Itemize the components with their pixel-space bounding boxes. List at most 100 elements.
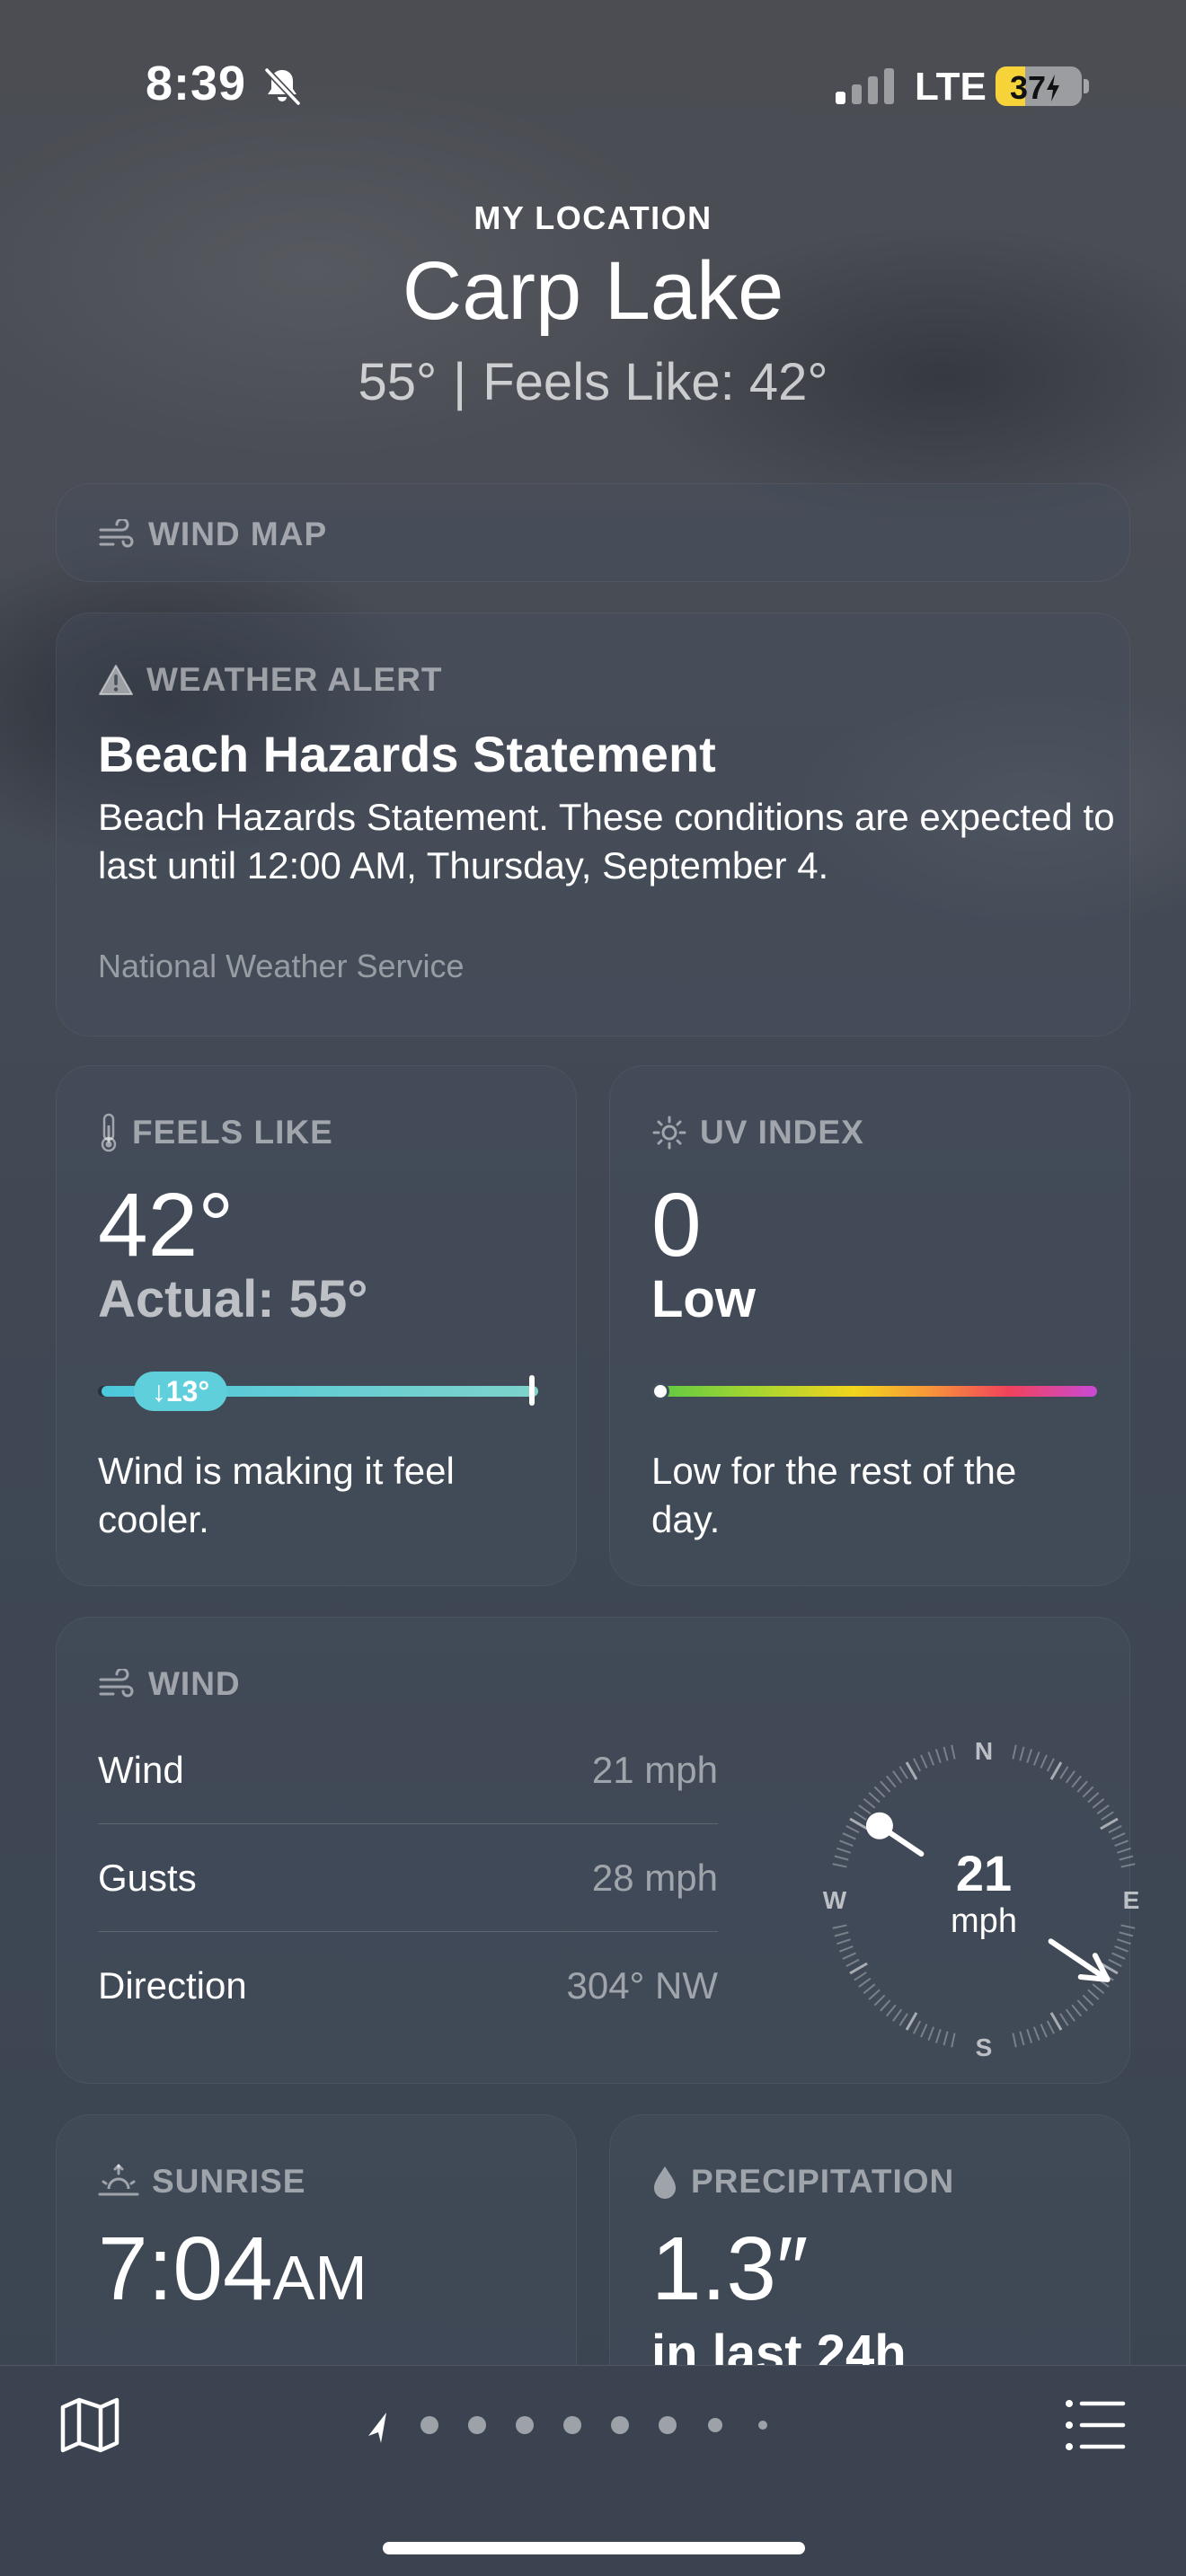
compass-tick (1111, 1832, 1126, 1840)
compass-tick (868, 1792, 881, 1804)
compass-tick (1087, 1792, 1100, 1804)
compass-tick (1046, 1758, 1055, 1772)
weather-alert-card[interactable]: WEATHER ALERT Beach Hazards Statement Be… (56, 613, 1130, 1037)
compass-tick (1114, 1945, 1128, 1953)
compass-tick (1082, 1786, 1094, 1798)
map-icon[interactable] (58, 2393, 122, 2457)
wind-map-header: WIND MAP (98, 513, 327, 556)
compass-tick (832, 1924, 847, 1929)
page-dot[interactable] (611, 2416, 629, 2434)
compass-tick (951, 1744, 956, 1760)
status-time: 8:39 (146, 57, 247, 110)
compass-tick (873, 1994, 886, 2007)
page-indicator[interactable] (359, 2405, 827, 2445)
compass-tick (1071, 1775, 1083, 1788)
uv-index-marker (651, 1382, 669, 1400)
battery-indicator: 37 (996, 66, 1082, 106)
list-icon[interactable] (1064, 2396, 1127, 2454)
sunrise-header: SUNRISE (98, 2160, 305, 2203)
sunrise-card[interactable]: SUNRISE 7:04AM (56, 2114, 577, 2365)
compass-tick (1059, 1766, 1069, 1779)
page-dot[interactable] (516, 2416, 534, 2434)
compass-tick (1019, 2031, 1025, 2046)
compass-tick (1100, 1817, 1119, 1831)
compass-tick (1049, 1761, 1063, 1780)
compass-tick (913, 2020, 922, 2034)
weather-alert-header: WEATHER ALERT (98, 658, 443, 701)
compass-tick (1108, 1825, 1122, 1834)
uv-index-label: UV INDEX (700, 1114, 864, 1151)
compass-tick (1108, 1958, 1122, 1967)
compass-tick (842, 1832, 856, 1840)
compass-tick (1120, 1924, 1136, 1929)
compass-tick (1096, 1804, 1110, 1815)
compass-south: S (976, 2033, 993, 2061)
compass-tick (1026, 1749, 1033, 1763)
feels-like-note: Wind is making it feel cooler. (98, 1450, 455, 1540)
home-indicator[interactable] (383, 2542, 805, 2554)
actual-temperature: Actual: 55° (98, 1270, 368, 1328)
compass-tick (1076, 1999, 1088, 2012)
compass-tick (920, 1754, 928, 1769)
wind-speed-row: Wind 21 mph (98, 1716, 718, 1824)
compass-tick (1120, 1863, 1136, 1868)
compass-tick (1012, 1744, 1017, 1760)
current-temperature-line: 55° | Feels Like: 42° (0, 352, 1186, 412)
uv-index-card[interactable]: UV INDEX 0 Low Low for the rest of the d… (609, 1065, 1130, 1586)
compass-tick (1032, 2026, 1040, 2041)
page-dot[interactable] (563, 2416, 581, 2434)
precipitation-label: PRECIPITATION (691, 2163, 955, 2200)
compass-tick (858, 1977, 872, 1988)
compass-tick (943, 2031, 949, 2046)
compass-tick (836, 1938, 851, 1945)
scroll-content[interactable]: 8:39 LTE 37 MY LOCATION Carp Lake 55° | Fe… (0, 0, 1186, 2365)
compass-tick (1049, 2012, 1063, 2031)
page-dot[interactable] (708, 2418, 722, 2432)
compass-tick (1119, 1931, 1134, 1937)
gusts-row-value: 28 mph (591, 1856, 718, 1899)
precipitation-value: 1.3″ (651, 2219, 809, 2319)
feels-like-difference-badge: ↓13° (134, 1372, 227, 1411)
compass-tick (842, 1952, 856, 1960)
thermometer-icon (101, 1113, 117, 1152)
compass-tick (1114, 1839, 1128, 1848)
precipitation-card[interactable]: PRECIPITATION 1.3″ in last 24h (609, 2114, 1130, 2365)
compass-tick (892, 2008, 903, 2022)
compass-east: E (1123, 1886, 1140, 1914)
compass-tick (845, 1958, 860, 1967)
compass-tick (832, 1863, 847, 1868)
wind-map-card[interactable]: WIND MAP (56, 483, 1130, 582)
compass-tick (836, 1847, 851, 1854)
location-arrow-icon[interactable] (368, 2413, 386, 2443)
compass-tick (1012, 2033, 1017, 2048)
feels-like-card[interactable]: FEELS LIKE 42° Actual: 55° ↓13° Wind is … (56, 1065, 577, 1586)
page-dot[interactable] (468, 2416, 486, 2434)
compass-tick (839, 1839, 854, 1848)
warning-triangle-icon (99, 665, 133, 695)
location-label: MY LOCATION (474, 199, 712, 236)
compass-unit: mph (951, 1902, 1017, 1940)
sunrise-icon (98, 2164, 139, 2196)
direction-row-value: 304° NW (566, 1964, 718, 2007)
compass-tick (920, 2024, 928, 2038)
compass-tick (845, 1825, 860, 1834)
sunrise-label: SUNRISE (152, 2163, 306, 2200)
signal-icon (836, 68, 894, 104)
compass-west: W (823, 1886, 847, 1914)
alert-source: National Weather Service (98, 948, 465, 984)
uv-index-scale (657, 1386, 1097, 1397)
feels-like-summary: Feels Like: 42° (482, 353, 828, 411)
compass-tick (885, 2004, 897, 2017)
page-dot[interactable] (420, 2416, 438, 2434)
charging-bolt-icon (1047, 75, 1060, 101)
sunrise-time-line: 7:04AM (98, 2218, 367, 2321)
feels-like-label: FEELS LIKE (132, 1114, 333, 1151)
wind-card[interactable]: WIND Wind 21 mph Gusts 28 mph Direction … (56, 1617, 1139, 2084)
page-dot[interactable] (758, 2421, 767, 2430)
compass-speed: 21 (956, 1845, 1012, 1901)
page-dot[interactable] (659, 2416, 677, 2434)
compass-tick (927, 2026, 935, 2041)
precipitation-period: in last 24h (651, 2325, 907, 2365)
feels-like-value: 42° (98, 1175, 235, 1275)
compass-tick (863, 1983, 876, 1995)
